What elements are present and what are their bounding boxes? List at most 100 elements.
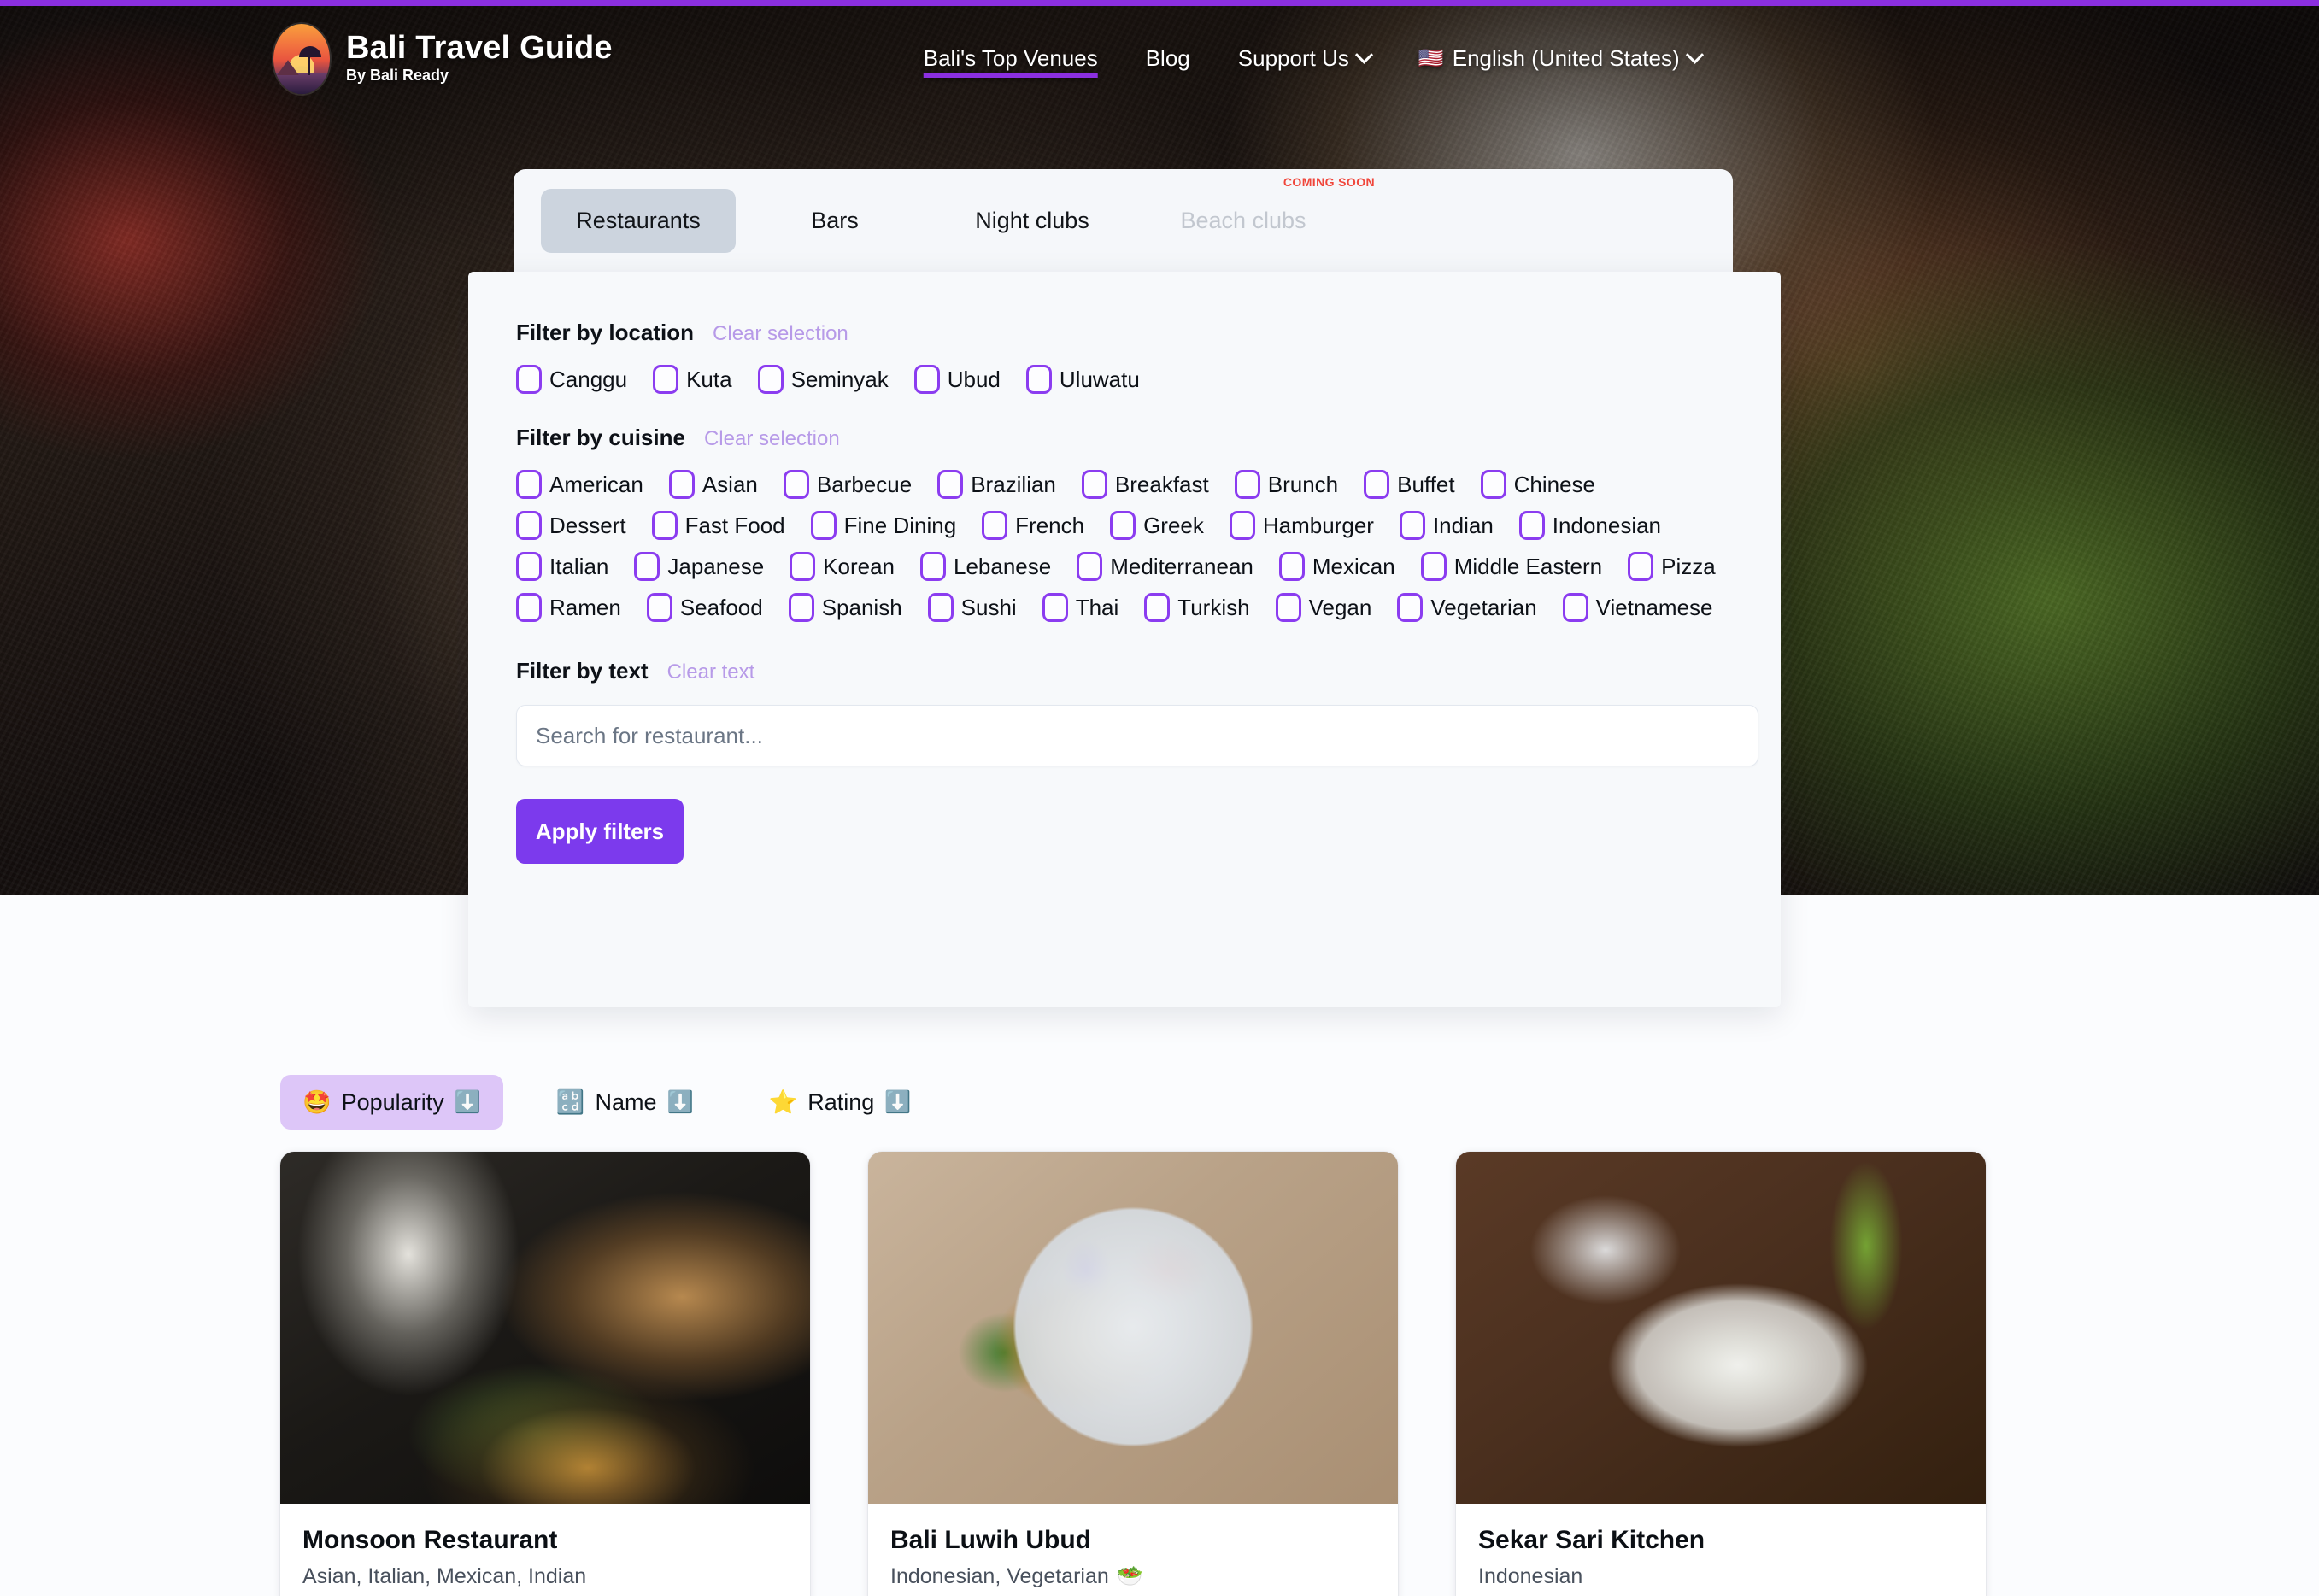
cuisine-checkbox-indonesian[interactable]: Indonesian: [1518, 511, 1661, 540]
cuisine-checkbox-ramen[interactable]: Ramen: [516, 593, 621, 622]
cuisine-checkbox-lebanese[interactable]: Lebanese: [920, 552, 1051, 581]
cuisine-checkbox-fine-dining[interactable]: Fine Dining: [810, 511, 956, 540]
checkbox-icon[interactable]: [516, 552, 542, 581]
location-checkbox-uluwatu[interactable]: Uluwatu: [1025, 365, 1140, 394]
checkbox-icon[interactable]: [1081, 470, 1107, 499]
checkbox-icon[interactable]: [668, 470, 695, 499]
location-checkbox-seminyak[interactable]: Seminyak: [757, 365, 889, 394]
checkbox-icon[interactable]: [1025, 365, 1052, 394]
checkbox-icon[interactable]: [516, 511, 542, 540]
clear-text-link[interactable]: Clear text: [667, 660, 755, 684]
cuisine-checkbox-barbecue[interactable]: Barbecue: [783, 470, 912, 499]
checkbox-icon[interactable]: [982, 511, 1008, 540]
checkbox-icon[interactable]: [757, 365, 784, 394]
checkbox-icon[interactable]: [651, 511, 678, 540]
cuisine-checkbox-indian[interactable]: Indian: [1399, 511, 1494, 540]
checkbox-icon[interactable]: [1077, 552, 1103, 581]
checkbox-icon[interactable]: [653, 365, 679, 394]
search-input[interactable]: Search for restaurant...: [516, 705, 1758, 766]
checkbox-icon[interactable]: [788, 593, 814, 622]
cuisine-checkbox-american[interactable]: American: [516, 470, 643, 499]
cuisine-checkbox-brunch[interactable]: Brunch: [1234, 470, 1338, 499]
venue-card[interactable]: Sekar Sari Kitchen Indonesian: [1456, 1152, 1986, 1596]
tab-restaurants[interactable]: Restaurants: [541, 188, 736, 253]
abc-icon: 🔡: [555, 1089, 585, 1115]
nav-item-blog[interactable]: Blog: [1146, 37, 1190, 80]
checkbox-icon[interactable]: [1480, 470, 1506, 499]
location-checkbox-group: Canggu Kuta Seminyak Ubud Uluwatu: [516, 365, 1733, 406]
checkbox-icon[interactable]: [927, 593, 954, 622]
cuisine-checkbox-hamburger[interactable]: Hamburger: [1229, 511, 1374, 540]
location-checkbox-kuta[interactable]: Kuta: [653, 365, 732, 394]
cuisine-checkbox-mediterranean[interactable]: Mediterranean: [1077, 552, 1253, 581]
cuisine-checkbox-vegan[interactable]: Vegan: [1275, 593, 1371, 622]
cuisine-checkbox-vietnamese[interactable]: Vietnamese: [1562, 593, 1713, 622]
checkbox-icon[interactable]: [646, 593, 672, 622]
cuisine-checkbox-fast-food[interactable]: Fast Food: [651, 511, 785, 540]
checkbox-icon[interactable]: [1229, 511, 1255, 540]
checkbox-icon[interactable]: [516, 365, 542, 394]
clear-location-selection-link[interactable]: Clear selection: [713, 322, 848, 346]
brand[interactable]: Bali Travel Guide By Bali Ready: [273, 23, 613, 94]
sort-button-name[interactable]: 🔡 Name ⬇️: [534, 1075, 716, 1130]
checkbox-icon[interactable]: [1110, 511, 1136, 540]
clear-cuisine-selection-link[interactable]: Clear selection: [704, 427, 840, 451]
cuisine-checkbox-french[interactable]: French: [982, 511, 1084, 540]
checkbox-icon[interactable]: [1275, 593, 1301, 622]
checkbox-icon[interactable]: [783, 470, 809, 499]
checkbox-icon[interactable]: [1420, 552, 1447, 581]
cuisine-checkbox-mexican[interactable]: Mexican: [1278, 552, 1395, 581]
cuisine-checkbox-korean[interactable]: Korean: [790, 552, 895, 581]
venue-card[interactable]: Bali Luwih Ubud Indonesian, Vegetarian 🥗: [868, 1152, 1398, 1596]
cuisine-checkbox-dessert[interactable]: Dessert: [516, 511, 626, 540]
venue-card[interactable]: Monsoon Restaurant Asian, Italian, Mexic…: [280, 1152, 810, 1596]
checkbox-icon[interactable]: [1628, 552, 1654, 581]
cuisine-checkbox-vegetarian[interactable]: Vegetarian: [1397, 593, 1537, 622]
cuisine-checkbox-greek[interactable]: Greek: [1110, 511, 1204, 540]
cuisine-checkbox-japanese[interactable]: Japanese: [634, 552, 764, 581]
checkbox-icon[interactable]: [1399, 511, 1425, 540]
cuisine-checkbox-pizza[interactable]: Pizza: [1628, 552, 1716, 581]
checkbox-icon[interactable]: [920, 552, 946, 581]
location-checkbox-canggu[interactable]: Canggu: [516, 365, 627, 394]
checkbox-icon[interactable]: [1518, 511, 1545, 540]
venue-card-cuisines: Indonesian: [1478, 1564, 1964, 1589]
location-checkbox-ubud[interactable]: Ubud: [913, 365, 1001, 394]
tab-night-clubs[interactable]: Night clubs: [934, 189, 1130, 253]
checkbox-icon[interactable]: [1234, 470, 1260, 499]
cuisine-checkbox-seafood[interactable]: Seafood: [646, 593, 763, 622]
checkbox-icon[interactable]: [1397, 593, 1424, 622]
cuisine-checkbox-italian[interactable]: Italian: [516, 552, 608, 581]
nav-item-support-us[interactable]: Support Us: [1238, 37, 1373, 80]
checkbox-icon[interactable]: [516, 593, 542, 622]
filter-text-title: Filter by text: [516, 658, 649, 684]
checkbox-icon[interactable]: [790, 552, 816, 581]
cuisine-checkbox-thai[interactable]: Thai: [1042, 593, 1118, 622]
checkbox-icon[interactable]: [810, 511, 837, 540]
checkbox-icon[interactable]: [1364, 470, 1390, 499]
cuisine-checkbox-asian[interactable]: Asian: [668, 470, 758, 499]
cuisine-checkbox-breakfast[interactable]: Breakfast: [1081, 470, 1209, 499]
cuisine-checkbox-brazilian[interactable]: Brazilian: [937, 470, 1056, 499]
checkbox-icon[interactable]: [937, 470, 964, 499]
checkbox-icon[interactable]: [516, 470, 542, 499]
cuisine-checkbox-middle-eastern[interactable]: Middle Eastern: [1420, 552, 1602, 581]
sort-button-rating[interactable]: ⭐ Rating ⬇️: [747, 1075, 934, 1130]
checkbox-icon[interactable]: [634, 552, 660, 581]
cuisine-checkbox-chinese[interactable]: Chinese: [1480, 470, 1595, 499]
cuisine-checkbox-sushi[interactable]: Sushi: [927, 593, 1017, 622]
checkbox-label: Mexican: [1312, 553, 1395, 579]
cuisine-checkbox-turkish[interactable]: Turkish: [1144, 593, 1250, 622]
checkbox-icon[interactable]: [1278, 552, 1305, 581]
nav-item-language-selector[interactable]: 🇺🇸 English (United States): [1418, 37, 1704, 80]
checkbox-icon[interactable]: [913, 365, 940, 394]
checkbox-icon[interactable]: [1144, 593, 1171, 622]
nav-item-top-venues[interactable]: Bali's Top Venues: [924, 37, 1098, 80]
cuisine-checkbox-buffet[interactable]: Buffet: [1364, 470, 1455, 499]
apply-filters-button[interactable]: Apply filters: [516, 799, 684, 864]
cuisine-checkbox-spanish[interactable]: Spanish: [788, 593, 902, 622]
checkbox-icon[interactable]: [1562, 593, 1588, 622]
checkbox-icon[interactable]: [1042, 593, 1068, 622]
tab-bars[interactable]: Bars: [736, 189, 934, 253]
sort-button-popularity[interactable]: 🤩 Popularity ⬇️: [280, 1075, 503, 1130]
